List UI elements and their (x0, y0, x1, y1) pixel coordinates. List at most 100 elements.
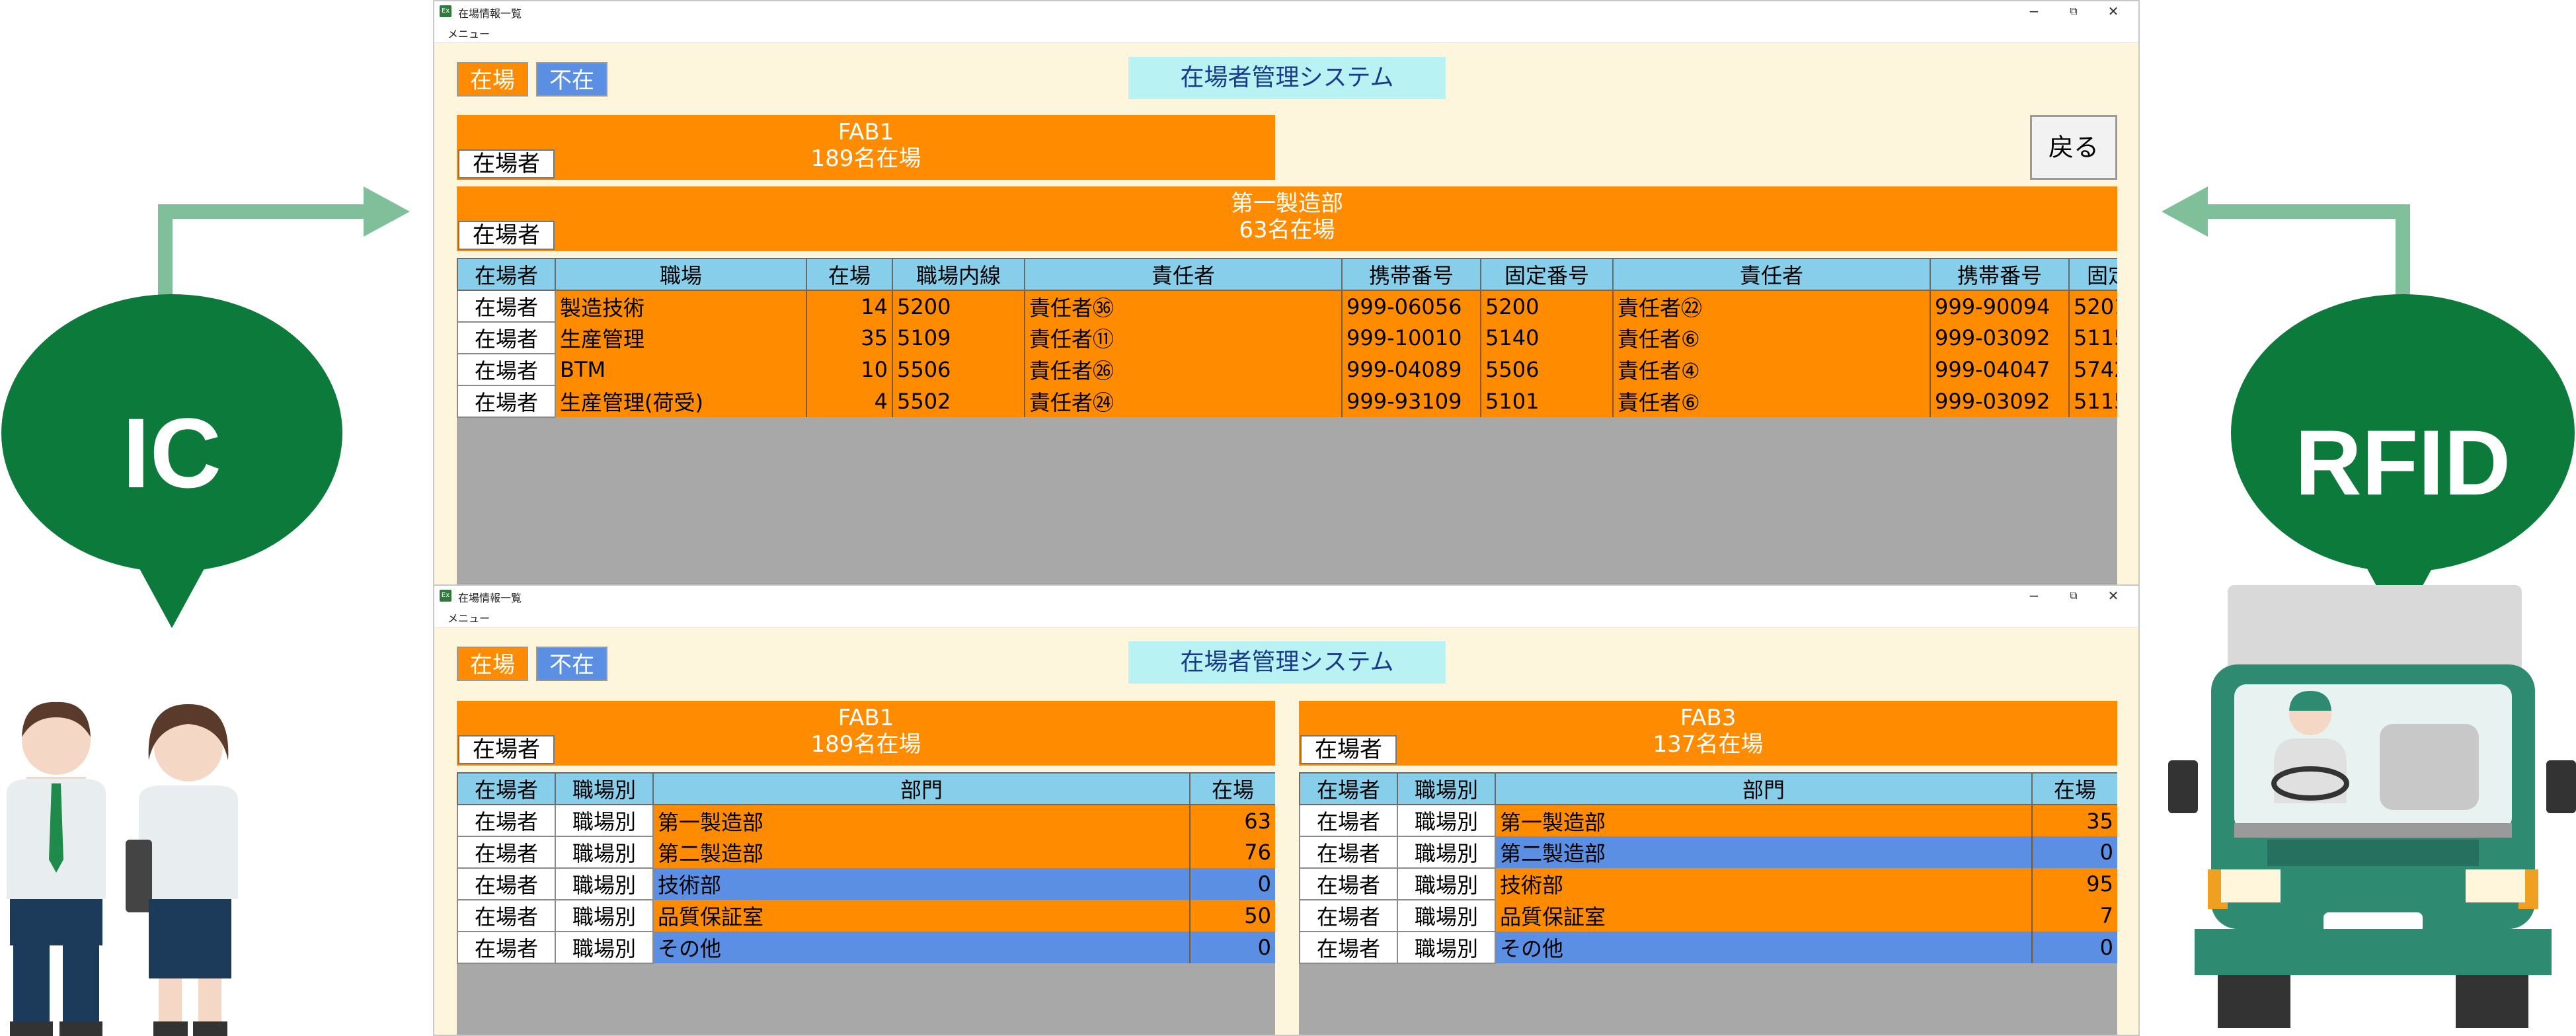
cell: 第一製造部 (1495, 805, 2033, 836)
column-header[interactable]: 携帯番号 (1341, 258, 1481, 291)
present-list-button[interactable]: 在場者 (458, 149, 555, 179)
present-list-button[interactable]: 在場者 (458, 735, 555, 764)
by-workplace-button[interactable]: 職場別 (1397, 899, 1496, 932)
table-row[interactable]: 在場者 職場別 第二製造部 0 (1299, 836, 2117, 869)
column-header[interactable]: 職場内線 (892, 258, 1025, 291)
table-row[interactable]: 在場者 生産管理 35 5109 責任者⑪ 999-10010 5140 責任者… (457, 321, 2117, 354)
minimize-button[interactable]: − (2021, 1, 2047, 21)
people-icon (7, 701, 238, 1036)
present-list-button[interactable]: 在場者 (457, 290, 556, 323)
restore-button[interactable]: ⧉ (2060, 1, 2087, 21)
table-row[interactable]: 在場者 職場別 第一製造部 63 (457, 804, 1275, 837)
absent-filter-button[interactable]: 不在 (536, 647, 607, 681)
ic-label: IC (122, 397, 221, 508)
table-row[interactable]: 在場者 職場別 その他 0 (1299, 931, 2117, 964)
by-workplace-button[interactable]: 職場別 (1397, 931, 1496, 964)
column-header[interactable]: 部門 (1495, 772, 2033, 805)
present-filter-button[interactable]: 在場 (457, 62, 528, 97)
fab-count: 137名在場 (1653, 731, 1764, 758)
column-header[interactable]: 責任者 (1024, 258, 1343, 291)
present-list-button[interactable]: 在場者 (457, 321, 556, 354)
restore-button[interactable]: ⧉ (2060, 586, 2087, 606)
cell: 責任者⑥ (1613, 322, 1931, 354)
cell: 技術部 (653, 868, 1190, 900)
present-list-button[interactable]: 在場者 (1299, 804, 1398, 837)
menu-item[interactable]: メニュー (448, 25, 490, 41)
system-title: 在場者管理システム (1128, 641, 1446, 684)
column-header[interactable]: 在場 (2031, 772, 2117, 805)
column-header[interactable]: 在場 (1189, 772, 1275, 805)
column-header[interactable]: 責任者 (1612, 258, 1931, 291)
by-workplace-button[interactable]: 職場別 (1397, 836, 1496, 869)
present-list-button[interactable]: 在場者 (1299, 899, 1398, 932)
present-list-button[interactable]: 在場者 (457, 931, 556, 964)
by-workplace-button[interactable]: 職場別 (555, 867, 654, 900)
table-row[interactable]: 在場者 BTM 10 5506 責任者㉖ 999-04089 5506 責任者④… (457, 353, 2117, 386)
cell: 10 (806, 354, 893, 385)
cell: 品質保証室 (1495, 900, 2033, 932)
column-header[interactable]: 在場者 (457, 258, 556, 291)
close-button[interactable]: ✕ (2100, 586, 2127, 606)
dept-table: 在場者 職場別 部門 在場 在場者 職場別 第一製造部 63 在場者 職場別 第… (457, 772, 1275, 964)
menu-item[interactable]: メニュー (448, 610, 490, 625)
by-workplace-button[interactable]: 職場別 (555, 899, 654, 932)
cell: 品質保証室 (653, 900, 1190, 932)
cell: 第一製造部 (653, 805, 1190, 836)
cell: 999-04047 (1930, 354, 2070, 385)
present-list-button[interactable]: 在場者 (457, 385, 556, 418)
by-workplace-button[interactable]: 職場別 (1397, 867, 1496, 900)
present-list-button[interactable]: 在場者 (457, 353, 556, 386)
present-list-button[interactable]: 在場者 (457, 836, 556, 869)
column-header[interactable]: 部門 (652, 772, 1190, 805)
fab-summary-panel: FAB3 137名在場 在場者 (1299, 701, 2117, 766)
cell: 5101 (1481, 385, 1614, 417)
absent-filter-button[interactable]: 不在 (536, 62, 607, 97)
column-header[interactable]: 固定番号 (1480, 258, 1614, 291)
table-row[interactable]: 在場者 職場別 技術部 0 (457, 867, 1275, 900)
dept-table: 在場者 職場別 部門 在場 在場者 職場別 第一製造部 35 在場者 職場別 第… (1299, 772, 2117, 964)
present-list-button[interactable]: 在場者 (1299, 931, 1398, 964)
excel-app-icon: Ex (440, 590, 451, 602)
table-row[interactable]: 在場者 職場別 その他 0 (457, 931, 1275, 964)
by-workplace-button[interactable]: 職場別 (555, 931, 654, 964)
column-header[interactable]: 在場者 (457, 772, 556, 805)
cell: 5201 (2069, 290, 2117, 322)
fab-count: 189名在場 (810, 145, 921, 172)
table-row[interactable]: 在場者 職場別 品質保証室 50 (457, 899, 1275, 932)
table-row[interactable]: 在場者 職場別 第一製造部 35 (1299, 804, 2117, 837)
column-header[interactable]: 携帯番号 (1930, 258, 2070, 291)
present-list-button[interactable]: 在場者 (1299, 867, 1398, 900)
column-header[interactable]: 固定番号 (2068, 258, 2117, 291)
cell: 7 (2032, 900, 2117, 932)
cell: 5742 (2069, 354, 2117, 385)
by-workplace-button[interactable]: 職場別 (1397, 804, 1496, 837)
cell: 生産管理(荷受) (555, 385, 807, 417)
table-row[interactable]: 在場者 職場別 技術部 95 (1299, 867, 2117, 900)
table-row[interactable]: 在場者 職場別 第二製造部 76 (457, 836, 1275, 869)
by-workplace-button[interactable]: 職場別 (555, 836, 654, 869)
table-row[interactable]: 在場者 職場別 品質保証室 7 (1299, 899, 2117, 932)
cell: 責任者㉖ (1025, 354, 1343, 385)
present-list-button[interactable]: 在場者 (457, 899, 556, 932)
cell: その他 (653, 932, 1190, 963)
present-list-button[interactable]: 在場者 (457, 804, 556, 837)
minimize-button[interactable]: − (2021, 586, 2047, 606)
column-header[interactable]: 在場者 (1299, 772, 1398, 805)
by-workplace-button[interactable]: 職場別 (555, 804, 654, 837)
table-row[interactable]: 在場者 生産管理(荷受) 4 5502 責任者㉔ 999-93109 5101 … (457, 385, 2117, 418)
close-button[interactable]: ✕ (2100, 1, 2127, 21)
back-button[interactable]: 戻る (2030, 115, 2117, 180)
fab-name: FAB1 (838, 705, 894, 731)
column-header[interactable]: 在場 (806, 258, 893, 291)
present-list-button[interactable]: 在場者 (458, 221, 555, 250)
table-header: 在場者 職場別 部門 在場 (457, 772, 1275, 805)
table-row[interactable]: 在場者 製造技術 14 5200 責任者㊱ 999-06056 5200 責任者… (457, 290, 2117, 323)
present-list-button[interactable]: 在場者 (457, 867, 556, 900)
present-list-button[interactable]: 在場者 (1299, 836, 1398, 869)
column-header[interactable]: 職場 (555, 258, 807, 291)
column-header[interactable]: 職場別 (555, 772, 654, 805)
present-list-button[interactable]: 在場者 (1300, 735, 1397, 764)
table-header: 在場者 職場 在場 職場内線 責任者 携帯番号 固定番号 責任者 携帯番号 固定… (457, 258, 2117, 291)
present-filter-button[interactable]: 在場 (457, 647, 528, 681)
column-header[interactable]: 職場別 (1397, 772, 1496, 805)
